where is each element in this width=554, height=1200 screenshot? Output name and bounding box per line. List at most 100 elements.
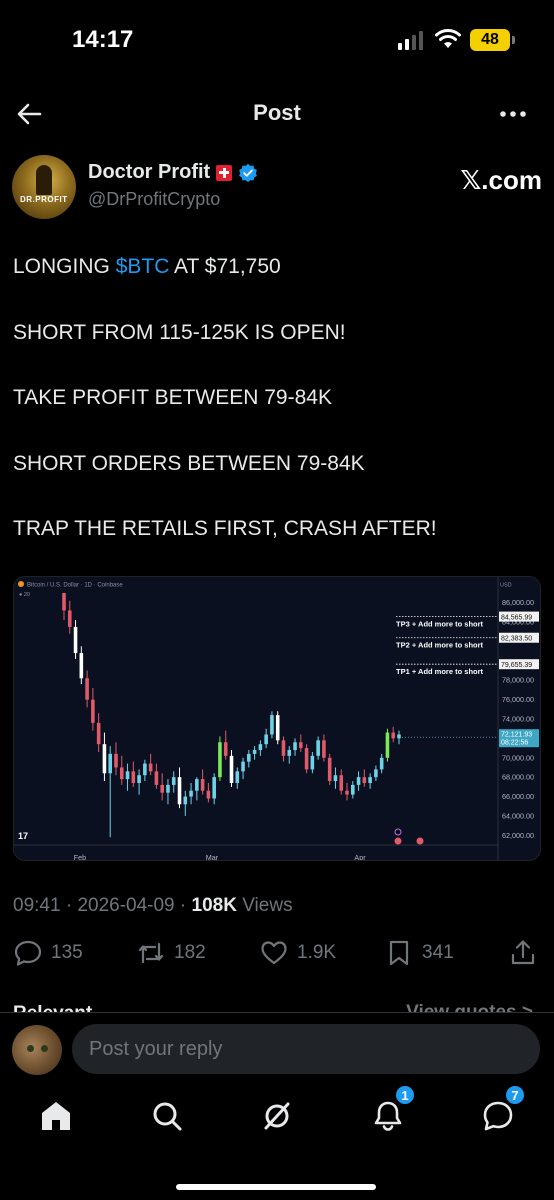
btc-candlestick-chart: Bitcoin / U.S. Dollar · 1D · Coinbase ● 2… — [14, 577, 540, 860]
post-line: TAKE PROFIT BETWEEN 79-84K — [13, 386, 332, 409]
y-tick-label: 68,000.00 — [502, 773, 534, 782]
tradingview-logo-icon: 17 — [18, 831, 28, 841]
y-tick-label: 62,000.00 — [502, 831, 534, 840]
status-bar: 14:17 48 — [0, 0, 554, 80]
repost-button[interactable]: 182 — [136, 938, 206, 968]
candle-body — [200, 779, 205, 791]
source-label: 𝕏.com — [460, 165, 542, 195]
post-actions: 135 182 1.9K 341 — [0, 938, 554, 974]
candle-body — [351, 784, 355, 795]
reply-input[interactable]: Post your reply — [72, 1024, 540, 1074]
y-tick-label: 64,000.00 — [502, 811, 534, 820]
candle-body — [218, 742, 222, 778]
bookmark-button[interactable]: 341 — [384, 938, 454, 968]
battery-icon: 48 — [470, 29, 515, 51]
candle-body — [223, 742, 228, 756]
chart-indicator-label: ● 20 — [19, 592, 30, 598]
candle-body — [73, 626, 78, 654]
candle-body — [114, 753, 118, 768]
candle-body — [235, 771, 240, 783]
candle-body — [206, 790, 211, 799]
messages-badge: 7 — [504, 1084, 526, 1106]
candle-body — [379, 757, 384, 770]
candle-body — [310, 755, 315, 770]
candle-body — [293, 742, 297, 751]
cashtag-link[interactable]: $BTC — [116, 255, 170, 278]
notifications-tab[interactable]: 1 — [370, 1084, 416, 1134]
avatar-figure — [36, 165, 52, 195]
bookmark-count: 341 — [422, 942, 454, 963]
bottom-tab-bar: 1 7 — [0, 1082, 554, 1200]
currency-label: USD — [500, 583, 512, 589]
post-time: 09:41 — [13, 895, 61, 916]
reply-icon — [14, 940, 42, 966]
share-button[interactable] — [508, 938, 538, 968]
candle-body — [316, 740, 320, 756]
candle-body — [333, 775, 338, 782]
candle-body — [171, 777, 176, 785]
my-avatar[interactable] — [12, 1025, 62, 1075]
candle-body — [252, 750, 257, 754]
candle-body — [385, 732, 390, 758]
heart-icon — [261, 941, 287, 965]
target-level-label: TP1 + Add more to short — [396, 667, 484, 676]
post-line: LONGING $BTC AT $71,750 — [13, 253, 543, 319]
candle-body — [125, 771, 130, 780]
event-marker-icon — [394, 837, 402, 845]
candle-body — [368, 777, 372, 783]
candle-body — [91, 699, 95, 723]
post-meta: 09:41 · 2026-04-09 · 108K Views — [13, 895, 293, 917]
more-options-icon[interactable] — [496, 100, 530, 128]
y-tick-label: 86,000.00 — [502, 598, 534, 607]
views-label: Views — [236, 895, 293, 916]
like-button[interactable]: 1.9K — [259, 938, 336, 968]
candle-body — [397, 734, 401, 739]
reply-button[interactable]: 135 — [13, 938, 83, 968]
candle-body — [339, 775, 344, 791]
home-icon[interactable] — [38, 1098, 74, 1134]
candle-body — [264, 734, 268, 745]
candle-body — [79, 653, 84, 679]
candle-body — [131, 771, 136, 783]
post-date: 2026-04-09 — [77, 895, 175, 916]
candle-body — [166, 784, 170, 793]
candle-body — [119, 767, 124, 780]
candle-body — [212, 777, 216, 799]
grok-icon[interactable] — [259, 1098, 295, 1134]
search-icon[interactable] — [149, 1098, 185, 1134]
post-line: SHORT ORDERS BETWEEN 79-84K — [13, 451, 365, 475]
candle-body — [67, 610, 72, 627]
home-indicator — [176, 1184, 376, 1190]
candle-body — [287, 750, 292, 756]
candle-body — [189, 790, 193, 797]
candle-body — [102, 744, 107, 774]
candle-body — [195, 779, 199, 791]
repost-icon — [138, 942, 164, 964]
like-count: 1.9K — [297, 942, 337, 963]
candle-body — [391, 732, 396, 739]
candle-body — [177, 777, 182, 805]
repost-count: 182 — [174, 942, 206, 963]
y-tick-label: 74,000.00 — [502, 715, 534, 724]
avatar[interactable]: DR.PROFIT — [12, 155, 76, 219]
user-handle[interactable]: @DrProfitCrypto — [88, 189, 220, 210]
target-level-label: TP2 + Add more to short — [396, 641, 484, 650]
chart-image[interactable]: Bitcoin / U.S. Dollar · 1D · Coinbase ● 2… — [13, 576, 541, 861]
target-level-label: TP3 + Add more to short — [396, 620, 484, 629]
event-marker-icon — [416, 837, 424, 845]
post-text: LONGING $BTC AT $71,750 SHORT FROM 115-1… — [13, 253, 543, 581]
candle-body — [304, 748, 309, 770]
post-author: DR.PROFIT Doctor Profit @DrProfitCrypto … — [12, 155, 542, 219]
candle-body — [183, 796, 188, 805]
y-tick-label: 76,000.00 — [502, 695, 534, 704]
candle-body — [85, 678, 89, 700]
display-name[interactable]: Doctor Profit — [88, 161, 258, 184]
messages-tab[interactable]: 7 — [480, 1084, 526, 1134]
status-time: 14:17 — [72, 26, 134, 53]
post-line-text: AT $71,750 — [169, 255, 281, 278]
reply-count: 135 — [51, 942, 83, 963]
page-title: Post — [253, 100, 301, 125]
chart-title: Bitcoin / U.S. Dollar · 1D · Coinbase — [27, 583, 123, 589]
post-line: SHORT FROM 115-125K IS OPEN! — [13, 320, 346, 344]
last-price-countdown: 08:22:56 — [501, 740, 528, 747]
